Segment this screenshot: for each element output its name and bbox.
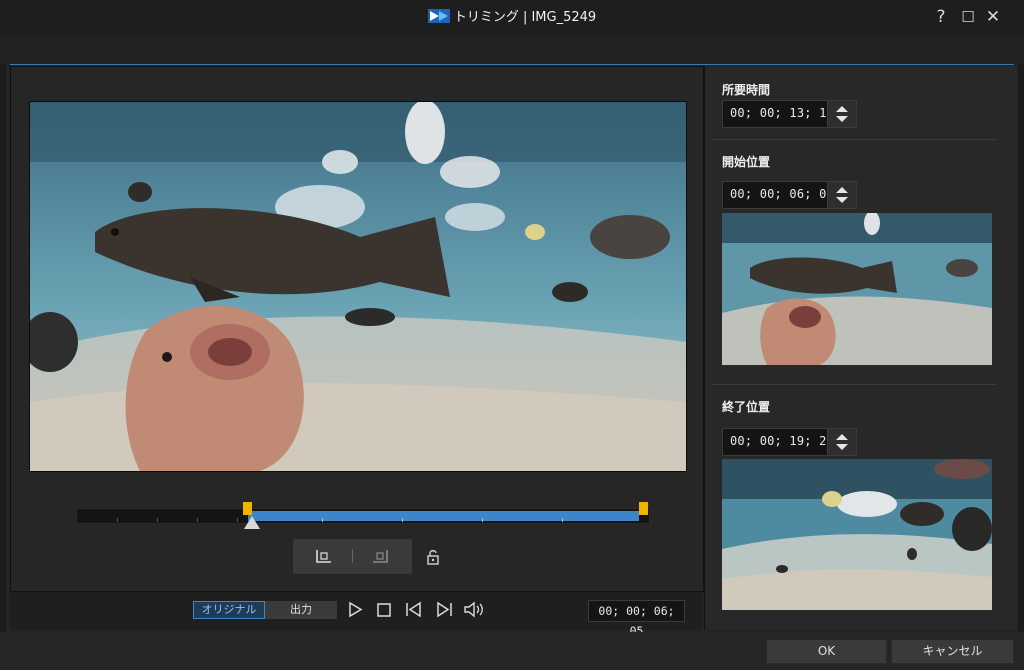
app-logo-icon — [427, 9, 450, 23]
end-spinner[interactable] — [827, 429, 856, 455]
cancel-button[interactable]: キャンセル — [891, 639, 1014, 664]
trim-timeline[interactable] — [76, 508, 650, 524]
mode-original-tab[interactable]: オリジナル — [193, 601, 265, 619]
stop-icon[interactable] — [376, 602, 392, 618]
end-frame-image — [722, 459, 992, 610]
start-frame-image — [722, 213, 992, 365]
timeline-tick — [157, 518, 158, 522]
window-title-text: トリミング | IMG_5249 — [453, 10, 597, 25]
section-divider — [712, 384, 996, 385]
close-button[interactable]: ✕ — [982, 6, 1004, 28]
spin-up-icon[interactable] — [836, 434, 848, 440]
title-bar: トリミング | IMG_5249 ? ☐ ✕ — [0, 0, 1024, 36]
previous-frame-icon[interactable] — [404, 601, 424, 618]
start-position-label: 開始位置 — [722, 155, 771, 169]
spin-down-icon[interactable] — [836, 444, 848, 450]
timeline-tick — [237, 518, 238, 522]
playhead-slider[interactable] — [244, 516, 260, 529]
spin-down-icon[interactable] — [836, 197, 848, 203]
spin-down-icon[interactable] — [836, 116, 848, 122]
duration-timecode-value: 00; 00; 13; 16 — [730, 106, 834, 120]
start-timecode-value: 00; 00; 06; 05 — [730, 187, 834, 201]
end-position-label: 終了位置 — [722, 400, 771, 414]
volume-icon[interactable] — [463, 601, 485, 618]
start-timecode-field[interactable]: 00; 00; 06; 05 — [722, 181, 857, 209]
trim-buttons-group — [293, 539, 412, 574]
end-frame-thumbnail — [722, 459, 992, 610]
current-time-display: 00; 00; 06; 05 — [588, 600, 685, 638]
end-timecode-value: 00; 00; 19; 21 — [730, 434, 834, 448]
ok-button[interactable]: OK — [766, 639, 887, 664]
end-marker-handle[interactable] — [639, 502, 648, 515]
accent-line — [10, 64, 1014, 65]
timeline-tick — [117, 518, 118, 522]
duration-label: 所要時間 — [722, 83, 771, 97]
video-frame — [30, 102, 686, 471]
start-marker-handle[interactable] — [243, 502, 252, 515]
mark-in-icon[interactable] — [313, 547, 335, 567]
header-band — [0, 36, 1024, 64]
duration-spinner[interactable] — [827, 101, 856, 127]
timeline-tick — [402, 518, 403, 522]
timeline-tick — [322, 518, 323, 522]
lock-icon[interactable] — [426, 549, 440, 565]
duration-timecode-field[interactable]: 00; 00; 13; 16 — [722, 100, 857, 128]
trim-selection-range — [248, 511, 639, 521]
help-button[interactable]: ? — [930, 6, 952, 28]
spin-up-icon[interactable] — [836, 187, 848, 193]
spin-up-icon[interactable] — [836, 106, 848, 112]
maximize-button[interactable]: ☐ — [957, 6, 979, 28]
video-preview[interactable] — [29, 101, 687, 472]
timeline-tick — [562, 518, 563, 522]
timeline-tick — [197, 518, 198, 522]
next-frame-icon[interactable] — [434, 601, 454, 618]
start-spinner[interactable] — [827, 182, 856, 208]
mode-output-tab[interactable]: 出力 — [265, 601, 337, 619]
play-icon[interactable] — [347, 601, 363, 618]
start-frame-thumbnail — [722, 213, 992, 365]
mark-out-icon[interactable] — [369, 547, 391, 567]
end-timecode-field[interactable]: 00; 00; 19; 21 — [722, 428, 857, 456]
timeline-tick — [482, 518, 483, 522]
window-title: トリミング | IMG_5249 — [0, 6, 1024, 25]
trim-separator — [352, 549, 353, 563]
section-divider — [712, 139, 996, 140]
